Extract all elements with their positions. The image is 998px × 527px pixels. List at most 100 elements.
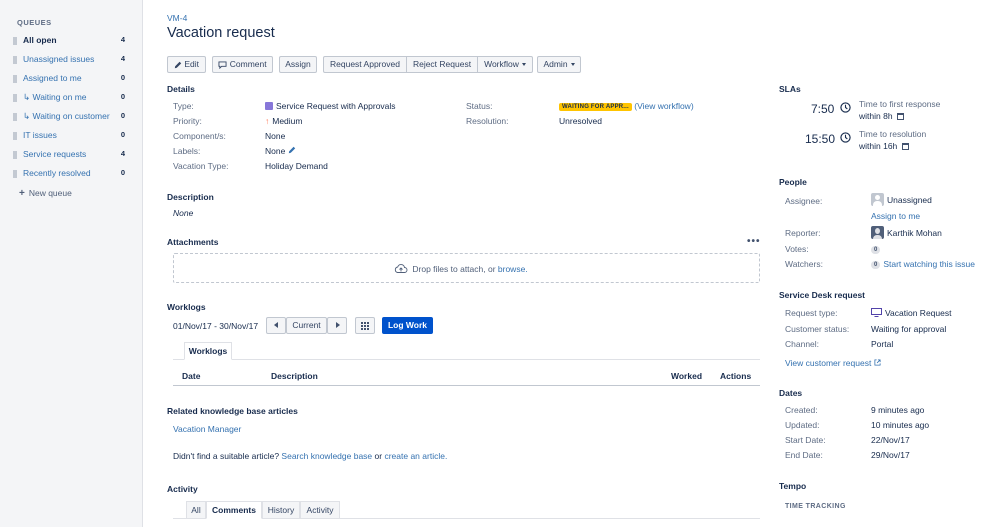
queue-label: Recently resolved [23, 168, 91, 178]
queue-unassigned-issues[interactable]: Unassigned issues 4 [13, 53, 125, 67]
drag-handle-icon[interactable] [13, 75, 17, 83]
comment-label: Comment [229, 59, 267, 69]
next-period-button[interactable] [327, 317, 347, 334]
view-customer-request-link[interactable]: View customer request [785, 358, 881, 368]
start-watching-link[interactable]: Start watching this issue [883, 259, 975, 269]
queue-assigned-to-me[interactable]: Assigned to me 0 [13, 72, 125, 86]
create-article-link[interactable]: create an article. [384, 451, 447, 461]
calendar-grid-button[interactable] [355, 317, 375, 334]
drag-handle-icon[interactable] [13, 132, 17, 140]
drag-handle-icon[interactable] [13, 94, 17, 102]
labels-value[interactable]: None [265, 146, 296, 156]
view-workflow-link[interactable]: (View workflow) [634, 101, 693, 111]
queue-service-requests[interactable]: Service requests 4 [13, 148, 125, 162]
current-period-button[interactable]: Current [286, 317, 327, 334]
issue-title: Vacation request [167, 25, 275, 41]
log-work-button[interactable]: Log Work [382, 317, 433, 334]
queue-count: 0 [120, 168, 125, 177]
queue-all-open[interactable]: All open 4 [13, 34, 125, 48]
component-value: None [265, 131, 286, 141]
queue-waiting-on-me[interactable]: ↳ Waiting on me 0 [13, 91, 125, 105]
chevron-down-icon [521, 63, 526, 66]
votes-value: 0 [871, 244, 883, 254]
time-tracking-heading: TIME TRACKING [785, 503, 846, 510]
status-lozenge[interactable]: WAITING FOR APPR... [559, 103, 632, 111]
tab-worklogs[interactable]: Worklogs [184, 342, 232, 360]
cloud-upload-icon [394, 264, 408, 273]
pencil-icon[interactable] [288, 146, 296, 154]
issue-key-link[interactable]: VM-4 [167, 13, 187, 23]
end-date-label: End Date: [785, 450, 823, 460]
new-queue-link[interactable]: + New queue [19, 188, 72, 199]
column-worked: Worked [671, 371, 703, 381]
sla-name: Time to first response [859, 99, 941, 109]
browse-link[interactable]: browse. [498, 264, 528, 274]
queue-label: Service requests [23, 149, 87, 159]
more-options-icon[interactable]: ••• [747, 236, 761, 247]
assign-button[interactable]: Assign [279, 56, 317, 73]
type-label: Type: [173, 101, 194, 111]
speech-bubble-icon [218, 61, 227, 70]
activity-heading: Activity [167, 484, 198, 494]
service-desk-heading: Service Desk request [779, 290, 865, 300]
created-value: 9 minutes ago [871, 405, 925, 415]
priority-text: Medium [272, 116, 303, 126]
votes-badge[interactable]: 0 [871, 246, 881, 254]
worklogs-heading: Worklogs [167, 302, 206, 312]
request-approved-button[interactable]: Request Approved [324, 57, 407, 72]
queue-waiting-on-customer[interactable]: ↳ Waiting on customer 0 [13, 110, 125, 124]
end-date-value: 29/Nov/17 [871, 450, 910, 460]
comment-button[interactable]: Comment [212, 56, 273, 73]
column-actions: Actions [720, 371, 752, 381]
drag-handle-icon[interactable] [13, 56, 17, 64]
queue-label: Assigned to me [23, 73, 82, 83]
chevron-left-icon [274, 322, 278, 328]
request-type-label: Request type: [785, 308, 838, 318]
customer-status-value: Waiting for approval [871, 324, 947, 334]
assign-to-me-link[interactable]: Assign to me [871, 211, 920, 221]
dropzone-text: Drop files to attach, or browse. [394, 263, 528, 274]
grid-icon [361, 322, 369, 330]
drag-handle-icon[interactable] [13, 151, 17, 159]
tab-history[interactable]: History [262, 501, 300, 519]
chevron-right-icon [336, 322, 340, 328]
clock-icon [840, 102, 851, 113]
drag-handle-icon[interactable] [13, 37, 17, 45]
watchers-label: Watchers: [785, 259, 823, 269]
queue-recently-resolved[interactable]: Recently resolved 0 [13, 167, 125, 181]
watchers-badge[interactable]: 0 [871, 261, 881, 269]
people-heading: People [779, 177, 807, 187]
created-label: Created: [785, 405, 818, 415]
attachment-dropzone[interactable]: Drop files to attach, or browse. [173, 253, 760, 283]
sla-target: within 8h [859, 111, 904, 121]
workflow-dropdown[interactable]: Workflow [478, 57, 532, 72]
admin-dropdown[interactable]: Admin [537, 56, 581, 73]
reject-request-button[interactable]: Reject Request [407, 57, 479, 72]
reporter-label: Reporter: [785, 228, 821, 238]
request-type-value: Vacation Request [871, 308, 951, 318]
channel-label: Channel: [785, 339, 820, 349]
attachments-heading: Attachments [167, 237, 219, 247]
sla-within: within 8h [859, 111, 893, 121]
drag-handle-icon[interactable] [13, 113, 17, 121]
sla-time-remaining: 7:50 [811, 102, 835, 116]
pencil-icon [174, 61, 182, 69]
search-kb-link[interactable]: Search knowledge base [281, 451, 372, 461]
previous-period-button[interactable] [266, 317, 286, 334]
dates-heading: Dates [779, 388, 803, 398]
kb-article-link[interactable]: Vacation Manager [173, 424, 241, 434]
tab-comments[interactable]: Comments [206, 501, 262, 519]
assignee-label: Assignee: [785, 196, 823, 206]
vacation-type-value: Holiday Demand [265, 161, 328, 171]
updated-label: Updated: [785, 420, 820, 430]
queue-it-issues[interactable]: IT issues 0 [13, 129, 125, 143]
details-heading: Details [167, 84, 195, 94]
tab-all[interactable]: All [186, 501, 206, 519]
priority-value: ↑ Medium [265, 116, 302, 126]
description-value[interactable]: None [173, 208, 193, 218]
queues-heading: QUEUES [17, 18, 52, 27]
drag-handle-icon[interactable] [13, 170, 17, 178]
edit-button[interactable]: Edit [167, 56, 206, 73]
tab-activity[interactable]: Activity [300, 501, 340, 519]
admin-label: Admin [543, 59, 568, 69]
